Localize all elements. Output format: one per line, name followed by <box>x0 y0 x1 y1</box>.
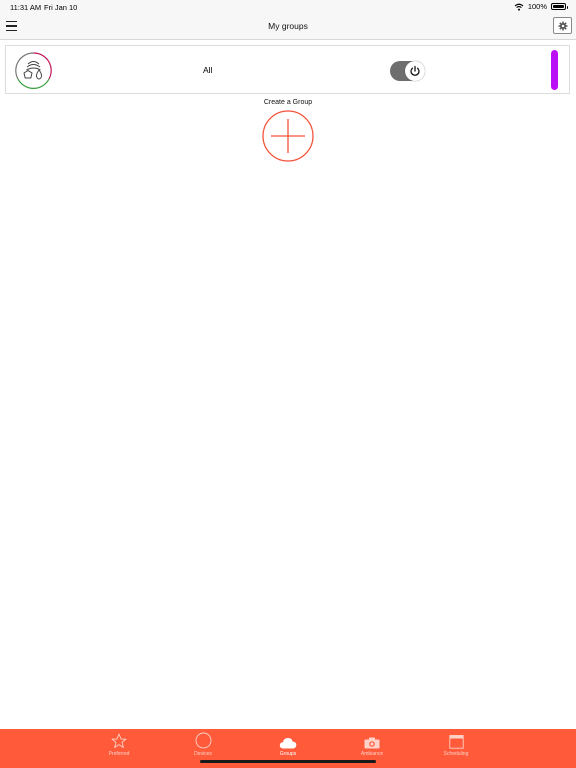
tab-groups[interactable]: Groups <box>258 732 318 758</box>
calendar-icon <box>448 735 464 749</box>
power-toggle[interactable] <box>390 61 425 81</box>
group-name: All <box>203 65 213 75</box>
battery-percent: 100% <box>527 2 547 11</box>
lamps-group-icon <box>15 52 52 89</box>
star-icon <box>111 733 127 748</box>
power-icon <box>405 61 425 81</box>
settings-button[interactable] <box>553 17 572 34</box>
tab-label: Preferred <box>108 751 130 757</box>
wifi-icon <box>514 3 524 11</box>
cloud-icon <box>279 738 297 749</box>
status-bar: 11:31 AM Fri Jan 10 100% <box>0 0 576 14</box>
tab-label: Devices <box>194 751 212 757</box>
plus-icon <box>262 110 314 162</box>
tab-ambiance[interactable]: Ambiance <box>342 732 402 758</box>
tab-label: Ambiance <box>360 751 384 757</box>
battery-icon <box>551 3 568 10</box>
circle-icon <box>195 732 211 749</box>
tab-label: Groups <box>279 751 297 757</box>
group-color-indicator <box>551 50 558 90</box>
tab-preferred[interactable]: Preferred <box>89 732 149 758</box>
home-indicator <box>200 760 376 763</box>
create-group-label: Create a Group <box>263 99 313 106</box>
camera-icon <box>364 737 380 749</box>
status-time: 11:31 AM <box>10 3 42 12</box>
page-title: My groups <box>268 21 308 31</box>
tab-devices[interactable]: Devices <box>173 732 233 758</box>
create-group-button[interactable] <box>262 110 314 162</box>
status-indicators: 100% <box>514 2 568 11</box>
navigation-bar: My groups <box>0 14 576 40</box>
tab-scheduling[interactable]: Scheduling <box>426 732 486 758</box>
gear-icon <box>558 21 567 30</box>
status-date: Fri Jan 10 <box>44 3 78 12</box>
tab-label: Scheduling <box>443 751 469 757</box>
group-row-all[interactable]: All <box>5 45 570 94</box>
